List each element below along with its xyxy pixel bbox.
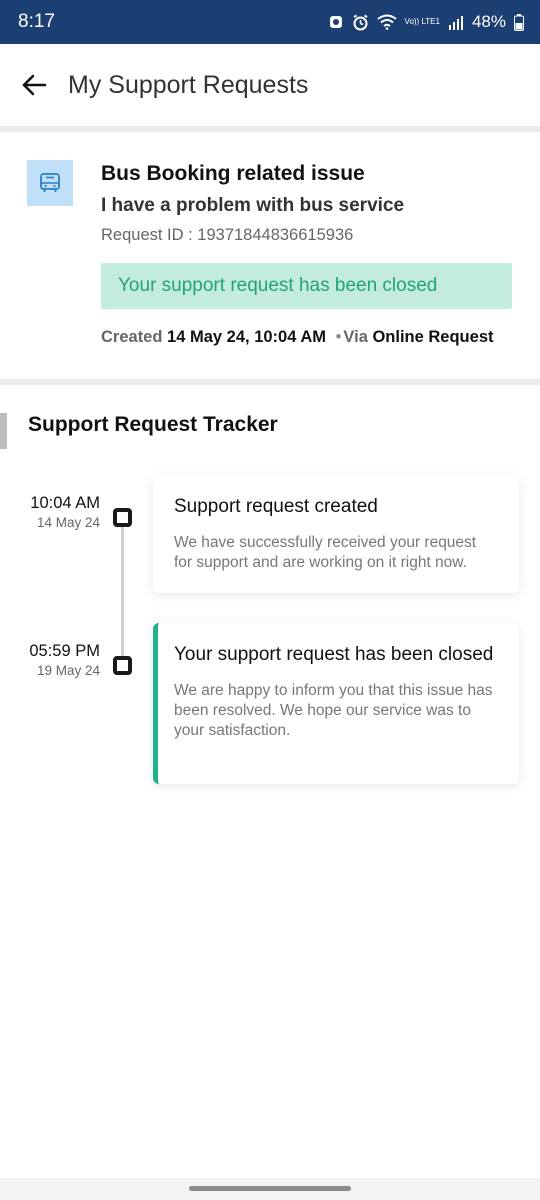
request-category: Bus Booking related issue: [101, 162, 365, 185]
signal-icon: [448, 15, 464, 30]
separator-dot: •: [335, 328, 342, 346]
status-icons: Vo)) LTE1 48%: [328, 12, 524, 32]
status-banner-text: Your support request has been closed: [118, 275, 438, 296]
tracker-title: Support Request Tracker: [28, 413, 278, 436]
lte-indicator: Vo)) LTE1: [404, 17, 440, 26]
created-label: Created: [101, 328, 163, 346]
event-card-created: Support request created We have successf…: [153, 475, 519, 593]
section-divider: [0, 379, 540, 385]
back-button[interactable]: [14, 65, 54, 105]
event-time: 05:59 PM: [29, 642, 100, 660]
event-description: We are happy to inform you that this iss…: [174, 682, 493, 739]
timeline-connector: [121, 525, 124, 657]
battery-percent: 48%: [471, 12, 506, 31]
wifi-icon: [376, 14, 397, 30]
created-info: Created 14 May 24, 10:04 AM • Via Online …: [101, 328, 494, 347]
page-title: My Support Requests: [68, 70, 309, 99]
timeline-node: [113, 508, 132, 527]
app-header: My Support Requests: [0, 44, 540, 126]
event-time: 10:04 AM: [30, 494, 100, 512]
tracker-title-accent: [0, 413, 7, 449]
created-datetime: 14 May 24, 10:04 AM: [167, 328, 327, 346]
event-description: We have successfully received your reque…: [174, 534, 477, 571]
via-label: Via: [343, 328, 368, 346]
battery-icon: [514, 13, 524, 31]
request-subject: I have a problem with bus service: [101, 195, 405, 216]
event-time-label: 10:04 AM 14 May 24: [0, 494, 100, 530]
event-card-closed: Your support request has been closed We …: [153, 623, 519, 784]
event-title: Support request created: [174, 496, 378, 517]
status-bar: 8:17 Vo)) LTE1 48%: [0, 0, 540, 44]
back-arrow-icon: [22, 74, 47, 96]
lock-notification-icon: [328, 14, 344, 30]
event-time-label: 05:59 PM 19 May 24: [0, 642, 100, 678]
event-date: 14 May 24: [36, 515, 100, 530]
alarm-icon: [352, 14, 369, 31]
status-banner: Your support request has been closed: [101, 263, 512, 309]
navigation-bar: [0, 1178, 540, 1200]
request-id: Request ID : 19371844836615936: [101, 226, 354, 244]
status-time: 8:17: [18, 11, 55, 32]
home-gesture-handle[interactable]: [189, 1186, 351, 1191]
bus-icon: [27, 160, 73, 206]
via-value: Online Request: [372, 328, 494, 346]
request-card[interactable]: Bus Booking related issue I have a probl…: [0, 132, 540, 379]
timeline-node: [113, 656, 132, 675]
event-date: 19 May 24: [36, 663, 100, 678]
event-title: Your support request has been closed: [174, 644, 494, 665]
